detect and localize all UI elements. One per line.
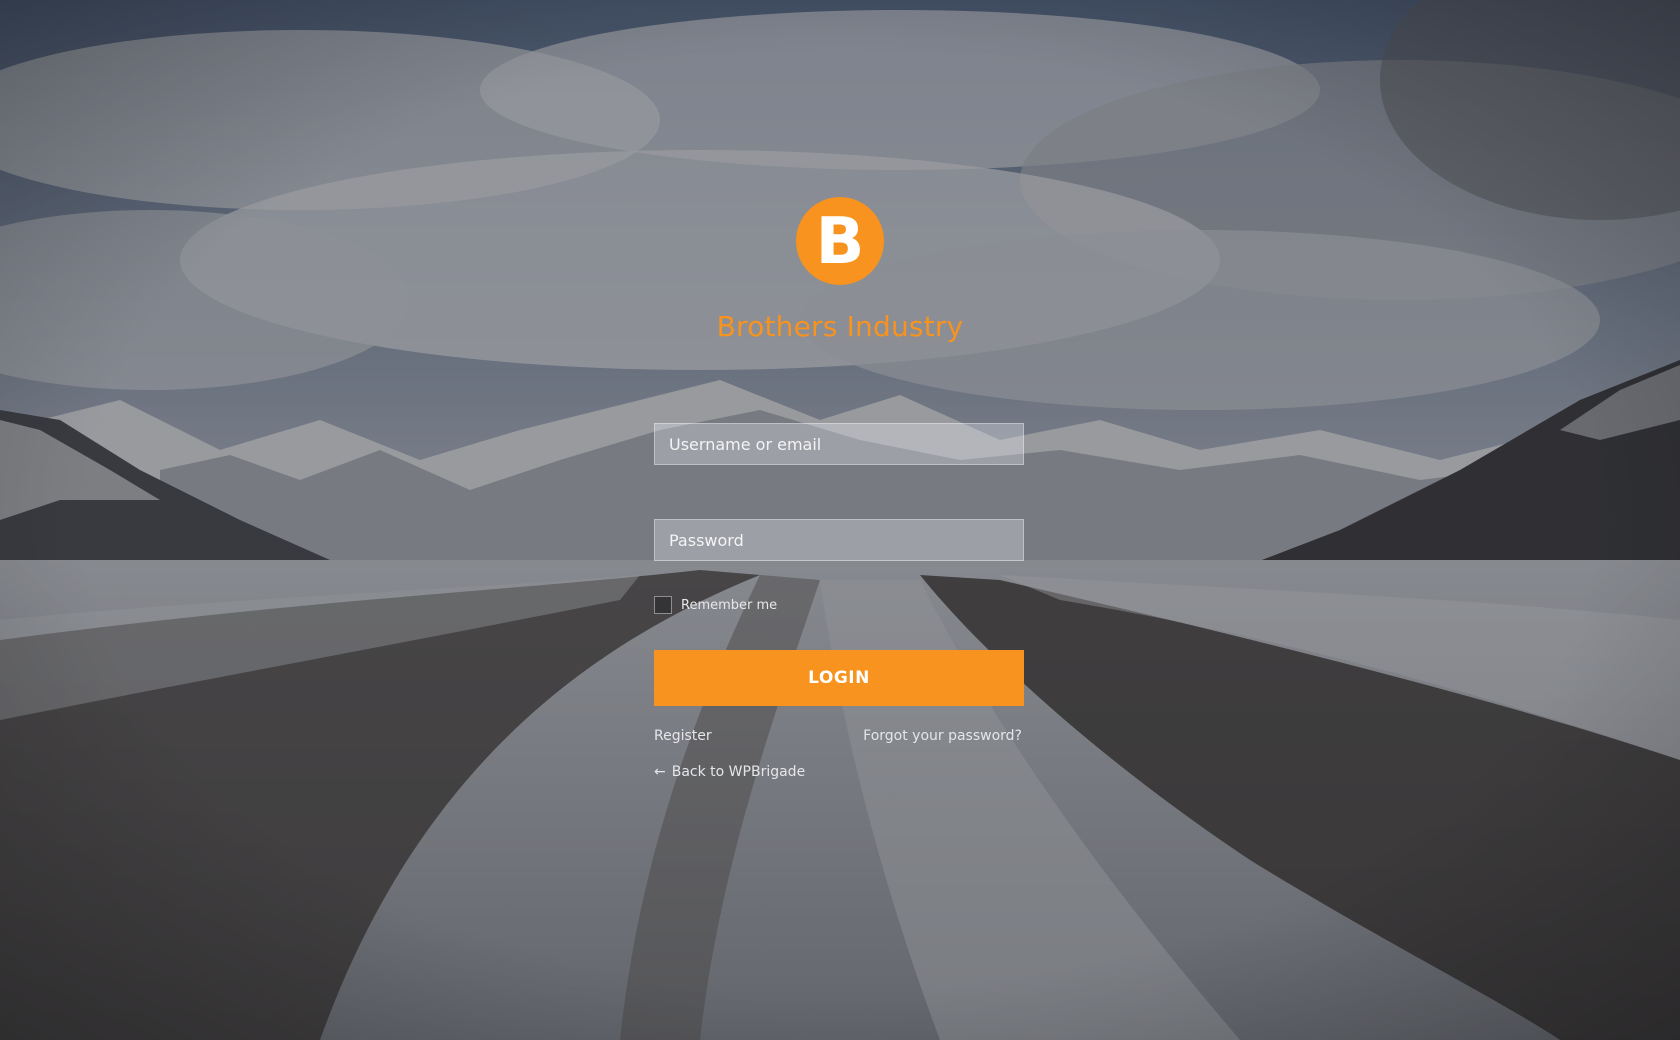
remember-me-label: Remember me [681, 597, 778, 613]
forgot-password-link[interactable]: Forgot your password? [863, 728, 1022, 744]
site-name: Brothers Industry [716, 310, 964, 343]
login-panel: B Brothers Industry Remember me LOGIN Re… [654, 0, 1026, 1040]
left-arrow-icon: ← [654, 764, 666, 780]
login-button[interactable]: LOGIN [654, 650, 1024, 706]
brand-logo-icon: B [796, 197, 884, 285]
register-link[interactable]: Register [654, 728, 712, 744]
remember-me-row[interactable]: Remember me [654, 596, 777, 614]
logo-letter: B [815, 205, 865, 279]
back-to-site-link[interactable]: ← Back to WPBrigade [654, 764, 805, 780]
username-input[interactable] [654, 423, 1024, 465]
remember-me-checkbox[interactable] [654, 596, 672, 614]
back-to-site-label: Back to WPBrigade [671, 764, 806, 780]
password-input[interactable] [654, 519, 1024, 561]
